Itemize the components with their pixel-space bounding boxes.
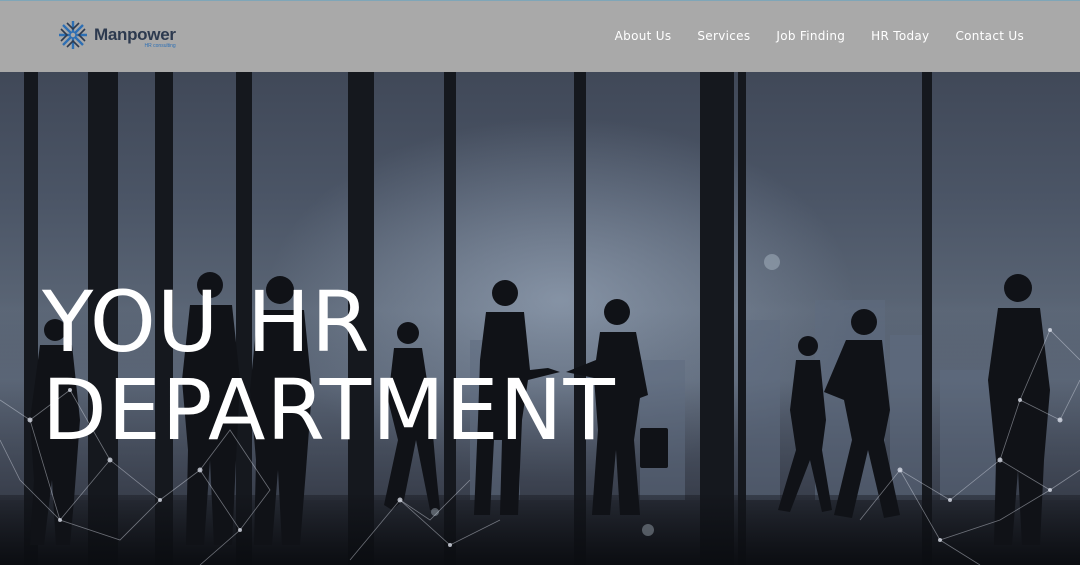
hero-headline-line-2: DEPARTMENT	[42, 361, 616, 459]
brand-name: Manpower	[94, 25, 176, 44]
brand-logo[interactable]: Manpower HR consulting	[56, 17, 176, 53]
nav-link-job-finding[interactable]: Job Finding	[776, 29, 845, 43]
main-nav: About Us Services Job Finding HR Today C…	[615, 29, 1024, 43]
nav-link-about-us[interactable]: About Us	[615, 29, 672, 43]
nav-link-services[interactable]: Services	[697, 29, 750, 43]
hero-headline: YOU HR DEPARTMENT	[42, 278, 616, 454]
brand-tagline: HR consulting	[144, 43, 176, 49]
nav-link-hr-today[interactable]: HR Today	[871, 29, 929, 43]
site-header: Manpower HR consulting About Us Services…	[0, 0, 1080, 72]
nav-link-contact-us[interactable]: Contact Us	[955, 29, 1024, 43]
brand-logo-icon	[59, 21, 87, 49]
hero-headline-line-1: YOU HR	[42, 273, 371, 371]
